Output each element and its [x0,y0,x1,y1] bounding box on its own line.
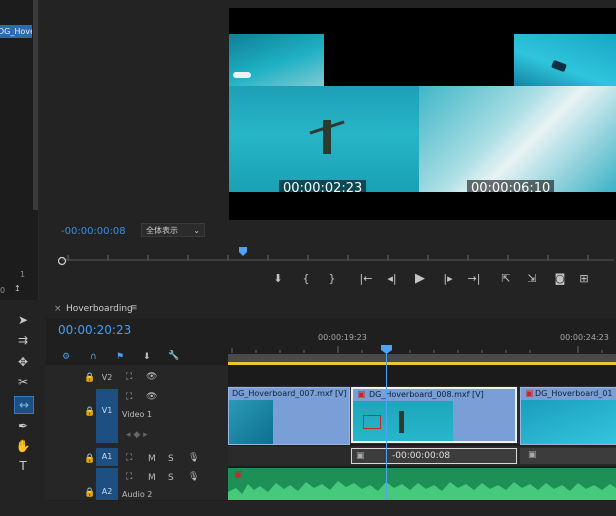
zoom-level-value: 全体表示 [146,226,178,235]
go-to-out-icon[interactable]: →| [466,271,482,287]
project-count-b: 0 [0,286,6,295]
sync-lock-icon[interactable]: ⛶ [126,472,132,482]
slip-tool-icon[interactable]: ↔ [14,396,34,414]
microphone-icon[interactable]: 🎙 [188,472,199,482]
mute-button[interactable]: M [148,473,156,483]
clip-thumbnail [353,401,453,441]
video-frame-topleft [229,34,324,86]
scrub-start-handle [58,256,67,266]
mark-out-icon[interactable]: } [324,271,340,287]
solo-button[interactable]: S [168,473,174,483]
step-forward-icon[interactable]: |▸ [440,271,456,287]
timeline-ruler[interactable] [228,340,616,365]
snap-icon[interactable]: ∩ [90,352,97,362]
tools-panel: ➤ ⇉ ✥ ✂ ↔ ✒ ✋ T [0,300,47,500]
go-to-in-icon[interactable]: |← [358,271,374,287]
monitor-playhead-marker [239,247,247,256]
sync-lock-icon[interactable]: ⛶ [126,453,132,463]
microphone-icon[interactable]: 🎙 [188,453,199,463]
eye-icon[interactable]: 👁 [146,392,157,402]
razor-tool-icon[interactable]: ✂ [14,374,32,390]
export-frame-icon[interactable]: ◙ [552,271,568,287]
ripple-edit-tool-icon[interactable]: ✥ [14,354,32,370]
audio-clip-a1-next[interactable]: ▣ [520,448,616,464]
project-scrollbar[interactable] [33,0,38,210]
panel-menu-icon[interactable]: ≡ [130,303,138,313]
nest-icon[interactable]: ⚙ [62,352,70,362]
new-bin-icon[interactable]: ↥ [14,284,21,293]
lock-icon[interactable]: 🔒 [84,373,95,383]
mark-in-icon[interactable]: { [298,271,314,287]
lock-icon[interactable]: 🔒 [84,488,95,498]
close-icon[interactable]: × [54,304,62,314]
mute-button[interactable]: M [148,454,156,464]
clip-thumbnail [229,400,273,444]
overlay-timecode-left: 00:00:02:23 [279,180,367,192]
sequence-tab[interactable]: Hoverboarding [66,304,133,314]
video-clip-007[interactable]: DG_Hoverboard_007.mxf [V] [228,387,350,445]
keyframe-nav-icon[interactable]: ◂ ◆ ▸ [126,430,148,440]
video-clip-009[interactable]: ▣ DG_Hoverboard_01 [520,387,616,445]
audio-clip-a1[interactable]: ▣ -00:00:00:08 [351,448,517,464]
lock-icon[interactable]: 🔒 [84,454,95,464]
pen-tool-icon[interactable]: ✒ [14,418,32,434]
clip-title: DG_Hoverboard_007.mxf [V] [232,389,347,398]
sync-lock-icon[interactable]: ⛶ [126,372,132,382]
hand-tool-icon[interactable]: ✋ [14,438,32,454]
track-a2-name: Audio 2 [122,490,153,499]
track-a2-label[interactable]: A2 [96,468,118,500]
chevron-down-icon: ⌄ [193,226,200,235]
track-a1-label[interactable]: A1 [96,448,118,466]
video-clip-008[interactable]: ▣ DG_Hoverboard_008.mxf [V] [351,387,517,443]
audio-clip-icon: ▣ [528,450,537,460]
program-viewer: 00:00:02:23 00:00:06:10 [229,8,616,220]
play-icon[interactable]: ▶ [412,271,428,287]
button-editor-icon[interactable]: ⊞ [576,271,592,287]
clip-title: DG_Hoverboard_01 [535,389,613,398]
track-v1-label[interactable]: V1 [96,389,118,443]
add-marker-icon[interactable]: ⬇ [270,271,286,287]
wrench-icon[interactable]: 🔧 [168,351,179,361]
selection-tool-icon[interactable]: ➤ [14,312,32,328]
sync-lock-icon[interactable]: ⛶ [126,392,132,402]
fx-badge-icon: ▣ [357,390,366,400]
track-v2-label[interactable]: V2 [96,371,118,385]
timeline-marker-icon[interactable]: ⬇ [143,352,151,362]
monitor-time-ruler[interactable] [58,246,616,266]
playhead-timecode[interactable]: -00:00:00:08 [61,226,126,237]
lock-icon[interactable]: 🔒 [84,407,95,417]
type-tool-icon[interactable]: T [14,458,32,474]
clip-thumbnail [521,400,616,444]
video-frame-topright [514,34,616,86]
timeline-playhead-line [386,352,387,500]
slip-offset-timecode: -00:00:00:08 [392,451,451,461]
linked-selection-icon[interactable]: ⚑ [116,352,124,362]
solo-button[interactable]: S [168,454,174,464]
fx-badge-icon: ▣ [525,389,534,399]
audio-clip-a2[interactable]: ▣ [228,468,616,500]
eye-icon[interactable]: 👁 [146,372,157,382]
track-v1-name: Video 1 [122,410,153,419]
missing-media-icon [363,415,381,429]
step-back-icon[interactable]: ◂| [384,271,400,287]
video-frame-right: 00:00:06:10 [419,86,616,192]
zoom-level-select[interactable]: 全体表示 ⌄ [141,223,205,237]
extract-icon[interactable]: ⇲ [524,271,540,287]
audio-waveform [228,481,616,500]
audio-clip-icon: ▣ [356,451,365,461]
video-frame-left: 00:00:02:23 [229,86,419,192]
overlay-timecode-right: 00:00:06:10 [467,180,555,192]
timeline-tab-row: × Hoverboarding ≡ [46,300,616,318]
project-count-a: 1 [20,270,26,279]
transport-controls: ⬇ { } |← ◂| ▶ |▸ →| ⇱ ⇲ ◙ ⊞ [270,271,616,289]
project-file-item[interactable]: DG_Hoverboard_008.m [0,25,32,38]
lift-icon[interactable]: ⇱ [498,271,514,287]
track-select-tool-icon[interactable]: ⇉ [14,332,32,348]
sequence-timecode[interactable]: 00:00:20:23 [58,323,131,337]
